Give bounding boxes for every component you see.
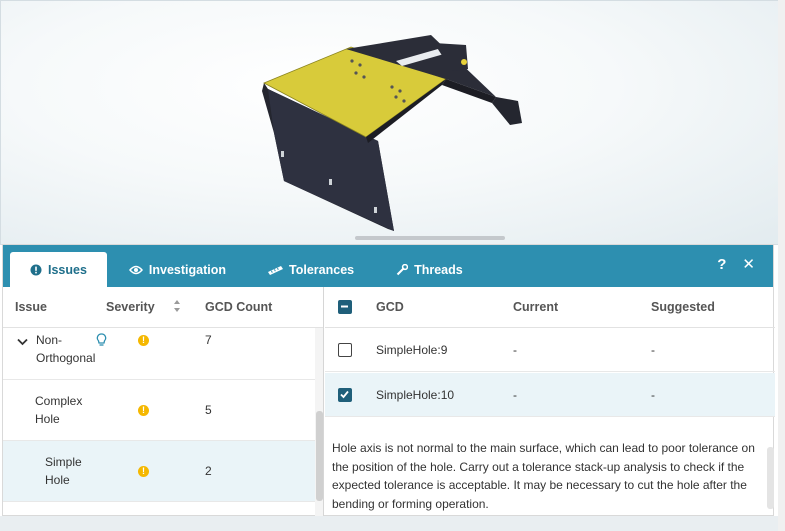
select-all-checkbox[interactable] xyxy=(338,300,352,314)
issue-row-complex-hole[interactable]: Complex Hole ! 5 xyxy=(3,380,315,441)
panel-resize-handle[interactable] xyxy=(355,236,505,240)
description-scrollbar[interactable] xyxy=(767,447,774,509)
header-issue[interactable]: Issue xyxy=(15,300,47,314)
issues-table-header: Issue Severity GCD Count xyxy=(3,287,323,328)
tab-tolerances-label: Tolerances xyxy=(289,262,355,277)
chevron-down-icon[interactable] xyxy=(17,333,28,351)
tab-threads[interactable]: Threads xyxy=(376,252,483,287)
gcd-suggested: - xyxy=(651,388,655,402)
severity-warning-icon: ! xyxy=(138,466,149,477)
wrench-icon xyxy=(396,263,409,276)
page-scrollbar[interactable] xyxy=(778,0,785,531)
gcd-row-simplehole-10[interactable]: SimpleHole:10 - - xyxy=(325,373,775,417)
gcd-table: GCD Current Suggested SimpleHole:9 - - S… xyxy=(325,287,775,517)
tab-tolerances[interactable]: Tolerances xyxy=(248,252,374,287)
header-gcd[interactable]: GCD xyxy=(376,300,404,314)
issues-table: Issue Severity GCD Count Non- Orthogonal… xyxy=(3,287,324,517)
issue-name-line2: Orthogonal xyxy=(36,351,96,365)
analysis-panel: Issues Investigation Tolerances Threads … xyxy=(2,244,775,517)
issue-name-line1: Non- xyxy=(36,333,63,347)
header-severity[interactable]: Severity xyxy=(106,300,155,314)
tab-investigation-label: Investigation xyxy=(148,262,227,277)
gcd-table-header: GCD Current Suggested xyxy=(325,287,775,328)
sheet-metal-part-model[interactable] xyxy=(256,31,531,236)
gcd-current: - xyxy=(513,343,517,357)
panel-actions: ? ✕ xyxy=(717,257,755,273)
gcd-name: SimpleHole:10 xyxy=(376,388,455,402)
issue-name-line1: Simple xyxy=(45,455,82,469)
help-icon[interactable]: ? xyxy=(717,257,726,273)
3d-viewport[interactable] xyxy=(0,0,785,245)
gcd-name: SimpleHole:9 xyxy=(376,343,448,357)
issue-row-simple-hole[interactable]: Simple Hole ! 2 xyxy=(3,441,315,502)
close-icon[interactable]: ✕ xyxy=(742,257,755,273)
ruler-icon xyxy=(268,265,284,275)
sort-icon[interactable] xyxy=(173,299,181,316)
issue-gcd-count: 7 xyxy=(205,333,212,347)
gcd-row-checkbox[interactable] xyxy=(338,343,352,357)
tab-bar: Issues Investigation Tolerances Threads … xyxy=(3,245,773,287)
exclamation-circle-icon xyxy=(30,264,42,276)
gcd-current: - xyxy=(513,388,517,402)
tab-issues-label: Issues xyxy=(48,262,87,277)
issue-name-line2: Hole xyxy=(35,412,60,426)
eye-icon xyxy=(128,265,143,275)
bottom-strip xyxy=(0,516,778,531)
issue-name-line1: Complex xyxy=(35,394,83,408)
tab-investigation[interactable]: Investigation xyxy=(109,252,246,287)
gcd-row-checkbox[interactable] xyxy=(338,388,352,402)
gcd-suggested: - xyxy=(651,343,655,357)
header-suggested[interactable]: Suggested xyxy=(651,300,715,314)
issues-scrollbar-thumb[interactable] xyxy=(316,411,323,501)
issue-gcd-count: 2 xyxy=(205,464,212,478)
issue-description: Hole axis is not normal to the main surf… xyxy=(332,441,755,511)
gcd-row-simplehole-9[interactable]: SimpleHole:9 - - xyxy=(325,328,775,372)
tab-threads-label: Threads xyxy=(414,262,463,277)
issue-name-line2: Hole xyxy=(45,473,70,487)
header-current[interactable]: Current xyxy=(513,300,558,314)
issue-gcd-count: 5 xyxy=(205,403,212,417)
issue-row-non-orthogonal[interactable]: Non- Orthogonal ! 7 xyxy=(3,328,315,380)
severity-warning-icon: ! xyxy=(138,405,149,416)
severity-warning-icon: ! xyxy=(138,335,149,346)
header-gcd-count[interactable]: GCD Count xyxy=(205,300,272,314)
tab-issues[interactable]: Issues xyxy=(10,252,107,287)
lightbulb-icon[interactable] xyxy=(96,333,107,352)
